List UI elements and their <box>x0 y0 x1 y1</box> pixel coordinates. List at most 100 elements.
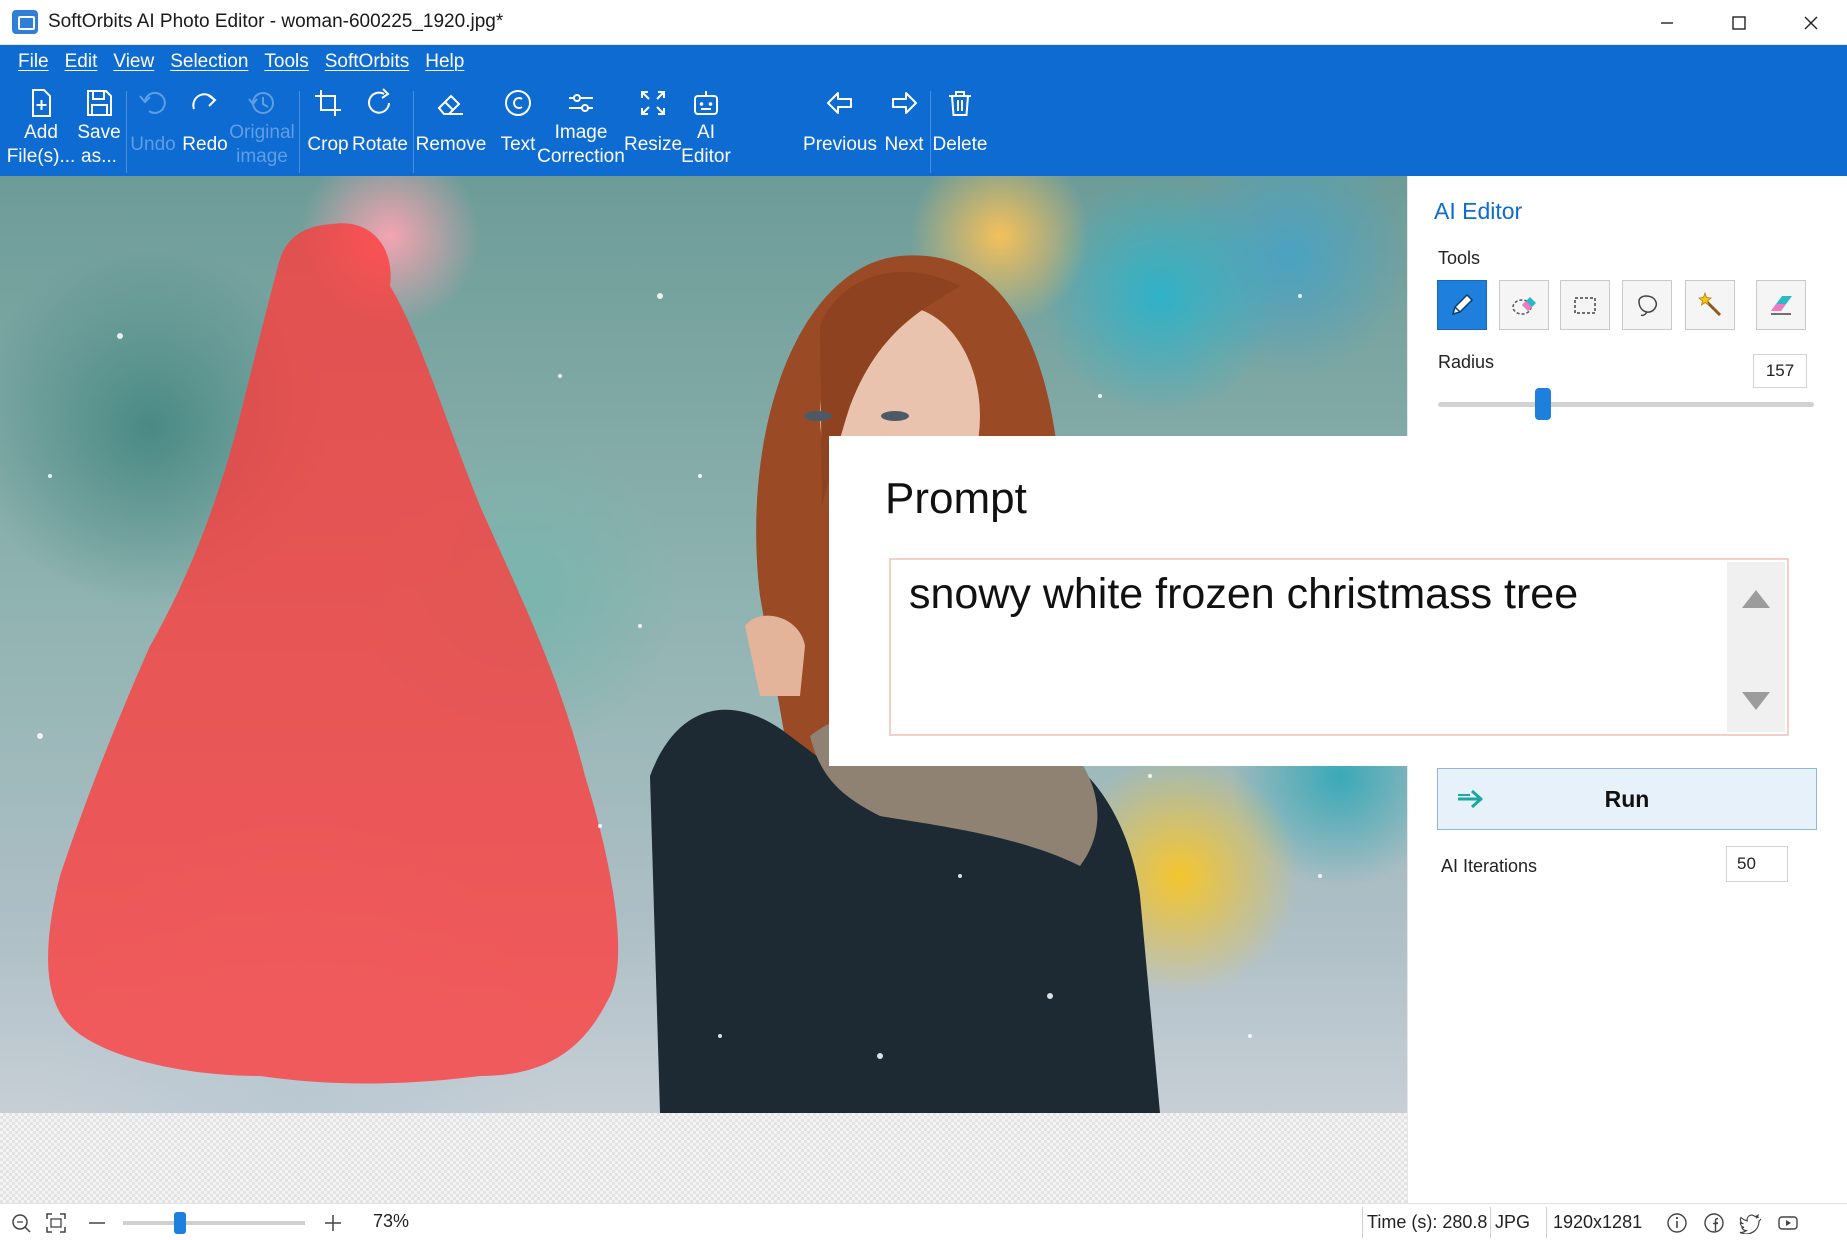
pencil-icon <box>1451 293 1474 316</box>
zoom-slider-thumb[interactable] <box>174 1212 186 1234</box>
close-button[interactable] <box>1775 0 1847 45</box>
facebook-icon <box>1704 1213 1724 1233</box>
rect-select-icon <box>1574 297 1596 314</box>
prompt-scrollbar[interactable] <box>1727 562 1785 732</box>
robot-icon <box>694 91 718 115</box>
window-controls <box>1631 0 1847 45</box>
minimize-button[interactable] <box>1631 0 1703 45</box>
minus-icon <box>89 1222 105 1224</box>
menu-view[interactable]: View <box>105 51 162 73</box>
menu-file[interactable]: File <box>10 51 57 73</box>
scroll-down-arrow-icon[interactable] <box>1742 692 1770 710</box>
add-files-button[interactable]: Add File(s)... <box>7 81 75 176</box>
rotate-button[interactable]: Rotate <box>352 81 408 176</box>
remove-button[interactable]: Remove <box>416 81 486 176</box>
youtube-icon <box>1778 1216 1798 1230</box>
rotate-icon <box>368 88 390 114</box>
save-as-label-1: Save <box>77 122 121 143</box>
plus-icon <box>325 1215 341 1231</box>
eraser-icon <box>1771 296 1792 315</box>
zoom-out-button[interactable] <box>86 1212 108 1234</box>
eye <box>881 411 909 421</box>
resize-icon <box>641 91 665 115</box>
youtube-button[interactable] <box>1777 1212 1799 1234</box>
arrow-right-icon <box>1458 789 1483 809</box>
resize-button[interactable]: Resize <box>624 81 682 176</box>
window-title: SoftOrbits AI Photo Editor - woman-60022… <box>48 11 504 32</box>
crop-icon <box>315 90 341 116</box>
undo-button[interactable]: Undo <box>128 81 178 176</box>
original-image-label-1: Original <box>229 122 295 143</box>
text-label: Text <box>500 134 536 155</box>
previous-button[interactable]: Previous <box>803 81 877 176</box>
ai-iterations-label: AI Iterations <box>1441 856 1538 876</box>
menu-selection[interactable]: Selection <box>162 51 256 73</box>
image-dimensions: 1920x1281 <box>1546 1207 1662 1238</box>
maximize-button[interactable] <box>1703 0 1775 45</box>
undo-label: Undo <box>130 134 176 155</box>
ai-editor-label-2: Editor <box>681 146 731 167</box>
add-files-label-2: File(s)... <box>6 146 76 167</box>
crop-button[interactable]: Crop <box>304 81 352 176</box>
save-icon <box>87 90 112 116</box>
facebook-button[interactable] <box>1703 1212 1725 1234</box>
prompt-panel: Prompt snowy white frozen christmass tre… <box>829 436 1847 766</box>
menu-help[interactable]: Help <box>417 51 472 73</box>
save-as-label-2: as... <box>81 146 117 167</box>
delete-button[interactable]: Delete <box>932 81 988 176</box>
lasso-tool-button[interactable] <box>1622 280 1672 330</box>
rectangle-select-tool-button[interactable] <box>1560 280 1610 330</box>
lasso-eraser-tool-button[interactable] <box>1499 280 1549 330</box>
ai-editor-button[interactable]: AI Editor <box>680 81 732 176</box>
previous-label: Previous <box>803 134 877 155</box>
magic-wand-icon <box>1698 291 1722 317</box>
image-correction-label-1: Image <box>554 122 608 143</box>
remove-label: Remove <box>415 134 487 155</box>
brush-tool-button[interactable] <box>1437 280 1487 330</box>
ai-editor-label-1: AI <box>697 122 715 143</box>
prompt-title: Prompt <box>885 474 1027 523</box>
original-image-button[interactable]: Original image <box>229 81 295 176</box>
lasso-icon <box>1638 295 1658 317</box>
image-correction-button[interactable]: Image Correction <box>537 81 625 176</box>
status-bar: 73% Time (s): 280.8 JPG 1920x1281 <box>0 1203 1847 1240</box>
radius-slider-thumb[interactable] <box>1535 388 1552 420</box>
twitter-button[interactable] <box>1739 1212 1762 1235</box>
menu-softorbits[interactable]: SoftOrbits <box>317 51 417 73</box>
save-as-button[interactable]: Save as... <box>74 81 124 176</box>
eraser-tool-button[interactable] <box>1756 280 1806 330</box>
copyright-icon <box>505 90 531 116</box>
toolbar-separator <box>930 91 931 173</box>
minimize-icon <box>1661 21 1673 24</box>
next-button[interactable]: Next <box>880 81 928 176</box>
tools-label: Tools <box>1438 248 1481 268</box>
redo-button[interactable]: Redo <box>180 81 230 176</box>
fit-window-button[interactable] <box>45 1212 67 1234</box>
ai-iterations-field[interactable]: 50 <box>1726 846 1788 882</box>
history-icon <box>248 92 274 114</box>
radius-slider[interactable] <box>1438 388 1814 420</box>
redo-icon <box>192 93 217 110</box>
info-button[interactable] <box>1666 1212 1688 1234</box>
panel-title: AI Editor <box>1434 198 1523 224</box>
add-file-icon <box>32 89 51 117</box>
add-files-label-1: Add <box>24 122 58 143</box>
zoom-slider[interactable] <box>123 1212 305 1234</box>
scroll-up-arrow-icon[interactable] <box>1742 590 1770 608</box>
ribbon: File Edit View Selection Tools SoftOrbit… <box>0 45 1847 176</box>
toolbar: Add File(s)... Save as... Undo Redo Orig… <box>0 81 1847 176</box>
toolbar-separator <box>126 91 127 173</box>
arrow-right-icon <box>892 92 917 114</box>
zoom-in-button[interactable] <box>322 1212 344 1234</box>
arrow-left-icon <box>827 92 852 114</box>
radius-value-field[interactable]: 157 <box>1753 354 1807 388</box>
zoom-fit-button[interactable] <box>10 1212 32 1234</box>
text-button[interactable]: Text <box>494 81 542 176</box>
prompt-textarea[interactable]: snowy white frozen christmass tree <box>889 558 1789 736</box>
magic-wand-tool-button[interactable] <box>1685 280 1735 330</box>
menu-tools[interactable]: Tools <box>256 51 316 73</box>
trash-icon <box>949 91 971 116</box>
app-icon <box>12 10 38 34</box>
run-button[interactable]: Run <box>1437 768 1817 830</box>
menu-edit[interactable]: Edit <box>57 51 106 73</box>
